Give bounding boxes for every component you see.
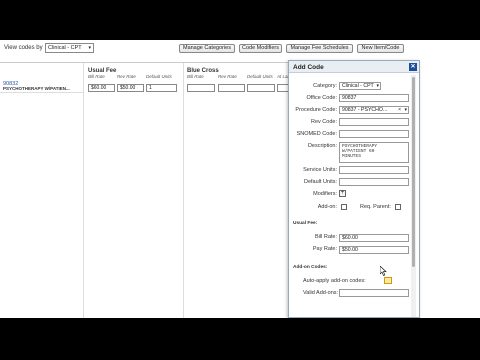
blue-cross-bill-rate-header: Bill Rate <box>187 74 204 79</box>
category-label: Category: <box>313 83 337 89</box>
group-divider <box>183 63 184 318</box>
new-item-code-button[interactable]: New Item/Code <box>357 44 404 53</box>
add-modifier-button[interactable]: + <box>339 190 346 197</box>
usual-fee-default-units-header: Default Units <box>146 74 172 79</box>
category-select-value: Clinical - CPT <box>342 83 374 89</box>
add-on-label: Add-on: <box>317 204 337 210</box>
fee-schedule-app: View codes by Clinical - CPT ▾ Manage Ca… <box>0 40 480 318</box>
row-divider <box>0 92 84 93</box>
office-code-label: Office Code: <box>306 95 337 101</box>
chevron-down-icon: ▾ <box>88 45 91 51</box>
auto-apply-checkbox[interactable] <box>384 277 392 284</box>
service-units-input[interactable] <box>339 166 409 174</box>
description-textarea[interactable]: PSYCHOTHERAPY W/PATIENT 60 MINUTES <box>339 142 409 163</box>
default-units-input[interactable] <box>339 178 409 186</box>
video-frame: View codes by Clinical - CPT ▾ Manage Ca… <box>0 0 480 360</box>
usual-fee-bill-rate-input[interactable]: $60.00 <box>88 84 115 92</box>
pay-rate-label: Pay Rate: <box>312 246 337 252</box>
rev-code-input[interactable] <box>339 118 409 126</box>
procedure-code-label: Procedure Code: <box>295 107 337 113</box>
close-icon[interactable]: ✕ <box>409 63 417 71</box>
add-on-checkbox[interactable] <box>341 204 347 210</box>
valid-add-ons-input[interactable] <box>339 289 409 297</box>
auto-apply-label: Auto-apply add-on codes: <box>303 278 366 284</box>
blue-cross-rev-rate-input[interactable] <box>218 84 245 92</box>
chevron-down-icon: ▾ <box>376 83 379 89</box>
valid-add-ons-label: Valid Add-ons: <box>303 290 339 296</box>
blue-cross-default-units-header: Default Units <box>247 74 273 79</box>
dialog-scrollbar-thumb[interactable] <box>412 77 415 267</box>
blue-cross-rev-rate-header: Rev Rate <box>218 74 237 79</box>
default-units-label: Default Units: <box>303 179 337 185</box>
code-modifiers-button[interactable]: Code Modifiers <box>239 44 282 53</box>
category-select[interactable]: Clinical - CPT ▾ <box>339 82 381 90</box>
blue-cross-default-units-input[interactable] <box>247 84 275 92</box>
clear-icon[interactable]: × <box>398 107 401 113</box>
office-code-input[interactable]: 90837 <box>339 94 409 102</box>
procedure-code-value: 90837 - PSYCHO... <box>342 107 388 113</box>
snomed-code-input[interactable] <box>339 130 409 138</box>
view-codes-select-value: Clinical - CPT <box>48 45 82 51</box>
rev-code-label: Rev Code: <box>311 119 337 125</box>
procedure-code-select[interactable]: 90837 - PSYCHO... × ▾ <box>339 106 409 114</box>
req-parent-label: Req. Parent: <box>360 204 391 210</box>
fee-grid: 90832 PSYCHOTHERAPY W/PATIEN... Usual Fe… <box>0 62 290 318</box>
add-code-dialog: Add Code ✕ Category: Clinical - CPT ▾ Of… <box>288 60 420 318</box>
usual-fee-bill-rate-header: Bill Rate <box>88 74 105 79</box>
usual-fee-rev-rate-header: Rev Rate <box>117 74 136 79</box>
bill-rate-label: Bill Rate: <box>314 234 337 240</box>
snomed-code-label: SNOMED Code: <box>296 131 337 137</box>
manage-categories-button[interactable]: Manage Categories <box>179 44 235 53</box>
toolbar: View codes by Clinical - CPT ▾ Manage Ca… <box>0 40 480 60</box>
view-codes-label: View codes by <box>4 45 43 51</box>
view-codes-select[interactable]: Clinical - CPT ▾ <box>45 43 94 53</box>
usual-fee-rev-rate-input[interactable]: $50.00 <box>117 84 144 92</box>
service-units-label: Service Units: <box>303 167 337 173</box>
pay-rate-input[interactable]: $50.00 <box>339 246 409 254</box>
modifiers-label: Modifiers: <box>313 191 337 197</box>
description-label: Description: <box>307 143 337 149</box>
blue-cross-bill-rate-input[interactable] <box>187 84 215 92</box>
manage-fee-schedules-button[interactable]: Manage Fee Schedules <box>286 44 353 53</box>
add-on-codes-section-title: Add-on Codes: <box>293 265 328 270</box>
chevron-down-icon: ▾ <box>404 107 407 113</box>
code-description: PSYCHOTHERAPY W/PATIEN... <box>3 86 70 91</box>
dialog-header: Add Code ✕ <box>289 61 419 73</box>
bill-rate-input[interactable]: $60.00 <box>339 234 409 242</box>
usual-fee-default-units-input[interactable]: 1 <box>146 84 177 92</box>
usual-fee-section-title: Usual Fee: <box>293 221 318 226</box>
req-parent-checkbox[interactable] <box>395 204 401 210</box>
code-column: 90832 PSYCHOTHERAPY W/PATIEN... <box>0 63 84 318</box>
dialog-title: Add Code <box>293 64 324 71</box>
